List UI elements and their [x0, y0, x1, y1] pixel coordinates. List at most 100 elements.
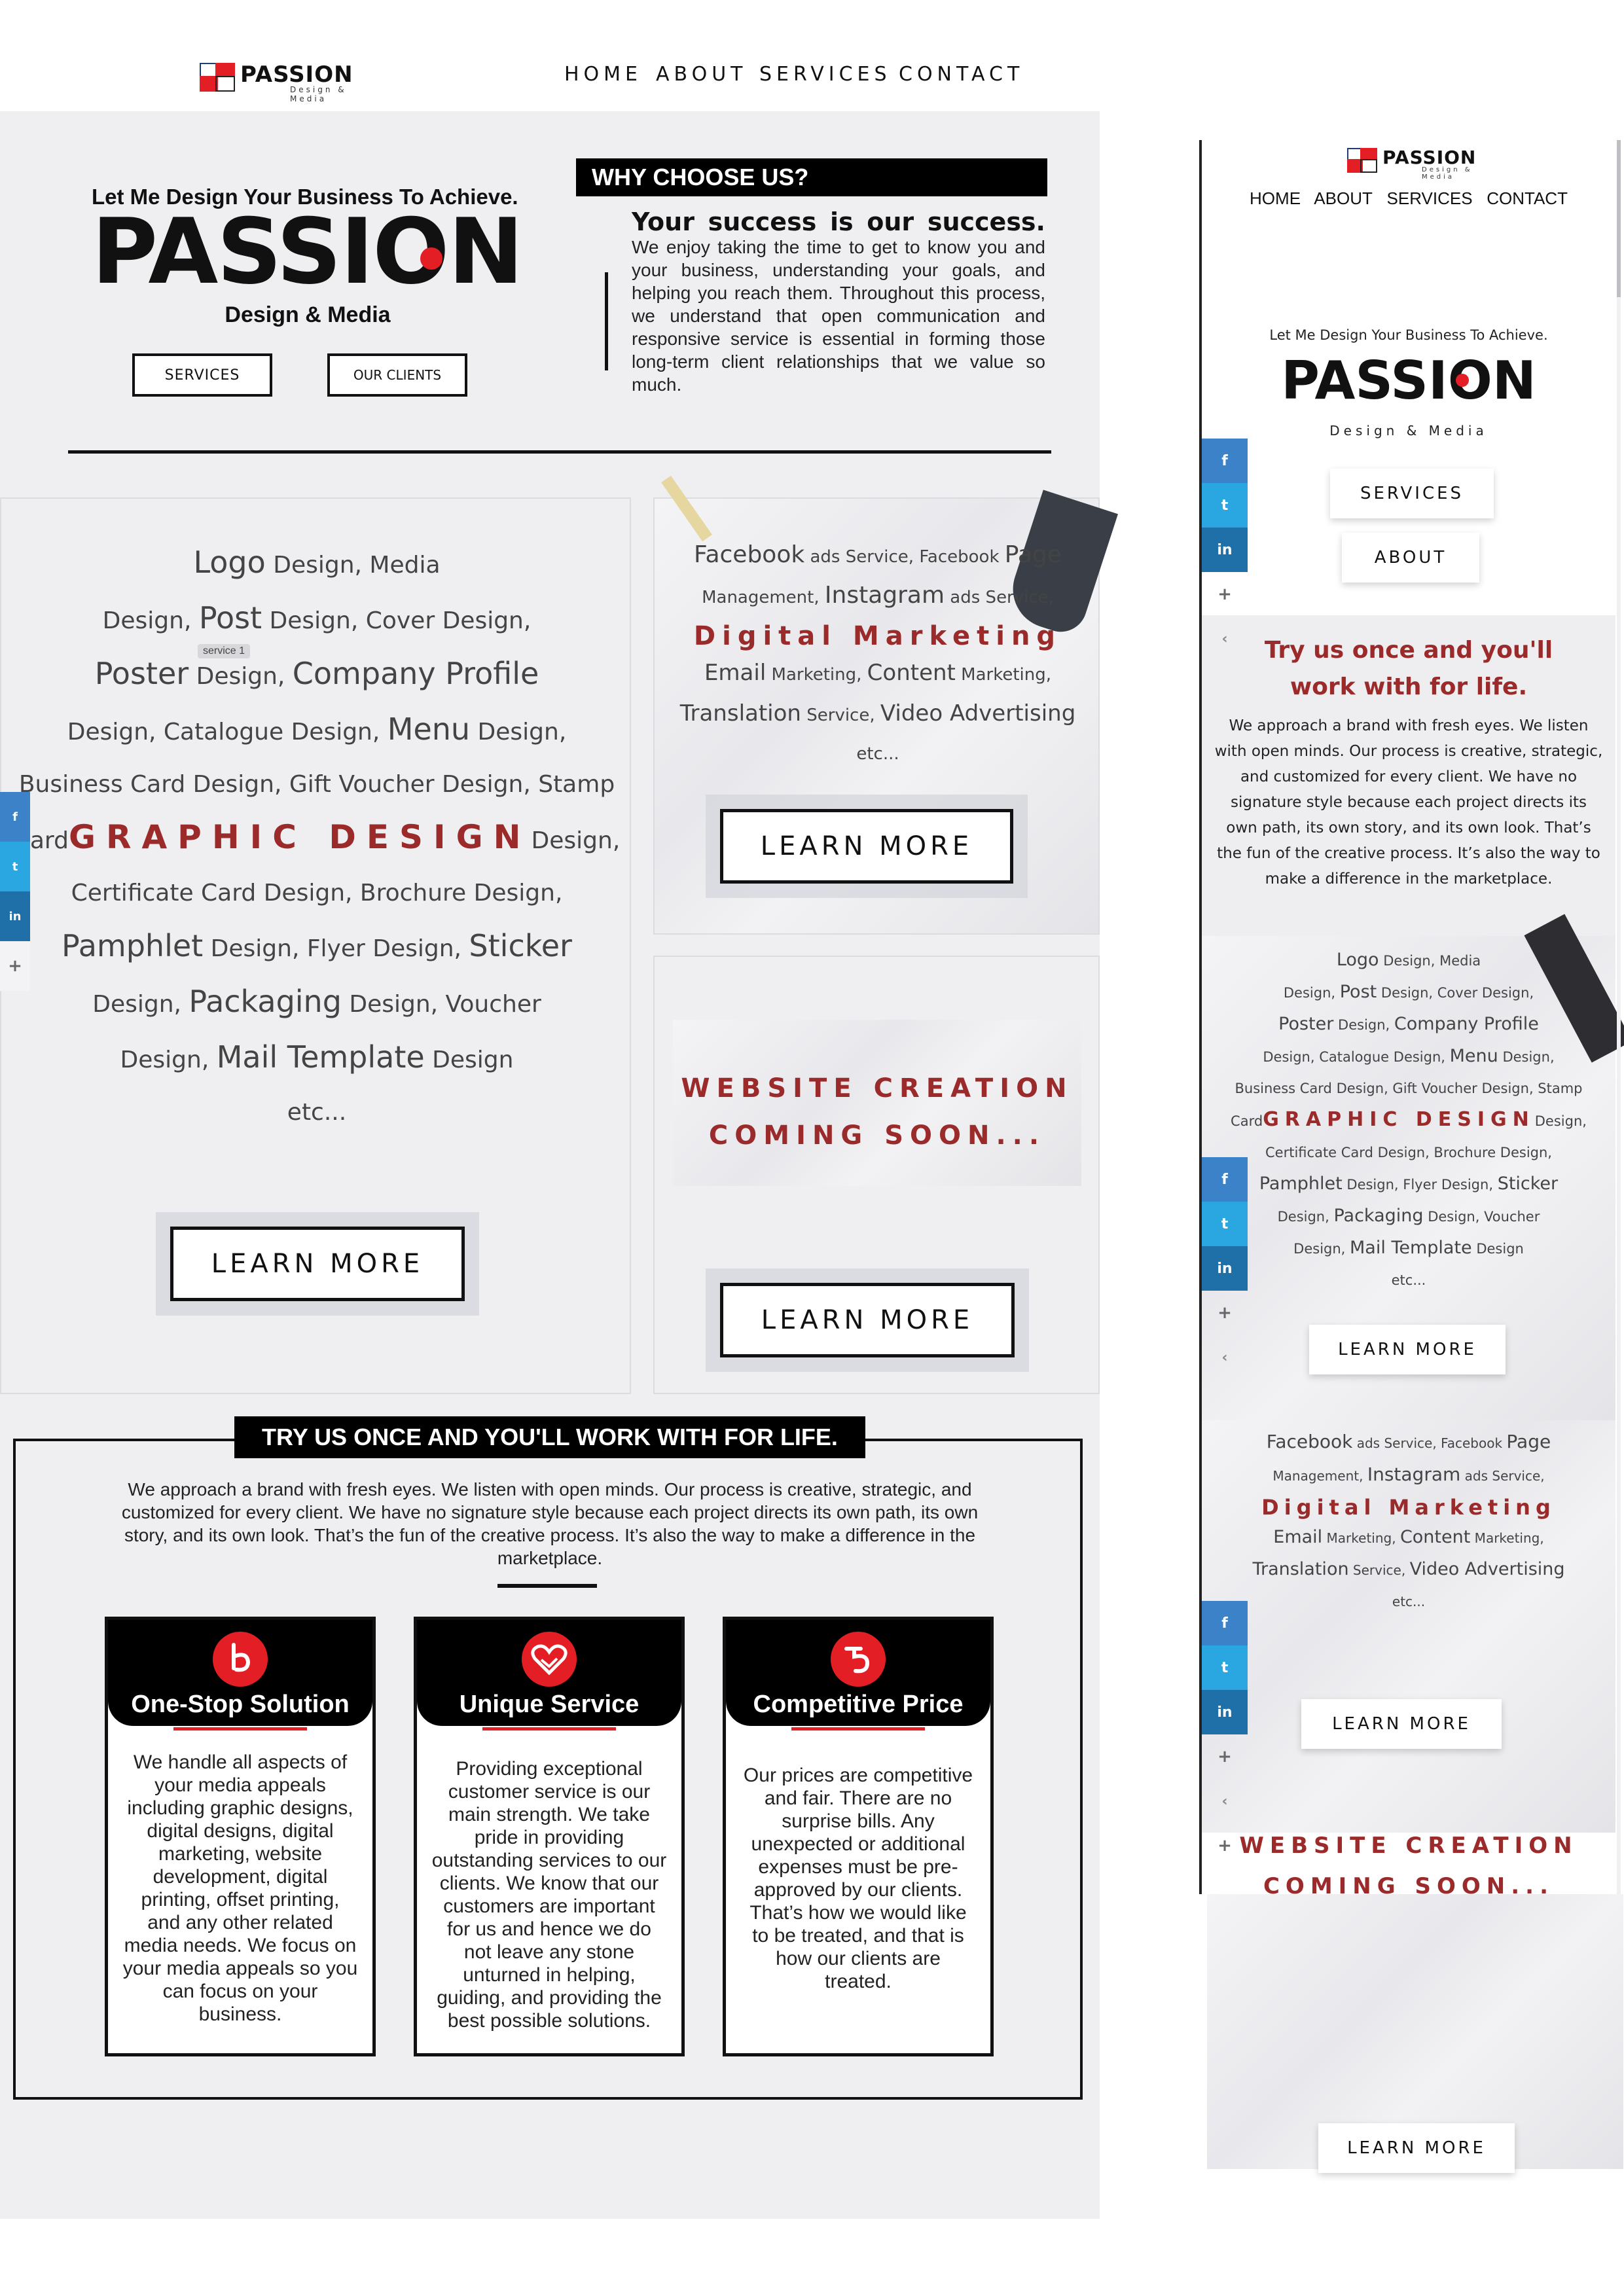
service-text: Design, — [102, 607, 199, 634]
collapse-share-icon[interactable]: ‹ — [1202, 1779, 1248, 1823]
service-business-card: Business Card Design, Gift Voucher Desig… — [1235, 1081, 1583, 1096]
more-share-icon[interactable]: + — [1202, 1734, 1248, 1779]
website-creation-line2: COMING SOON... — [708, 1121, 1046, 1151]
nav-services[interactable]: SERVICES — [1387, 188, 1473, 208]
desktop-header: PASSION Design & Media HOME ABOUT SERVIC… — [0, 0, 1100, 111]
service-translation: Translation — [679, 700, 801, 726]
card-title: Competitive Price — [753, 1691, 964, 1718]
mobile-graphic-learn-more-button[interactable]: LEARN MORE — [1309, 1325, 1506, 1374]
linkedin-share-icon[interactable]: in — [0, 891, 30, 941]
mobile-website-learn-more-button[interactable]: LEARN MORE — [1318, 2123, 1515, 2173]
twitter-share-icon[interactable]: t — [0, 842, 30, 891]
services-button[interactable]: SERVICES — [132, 353, 272, 397]
service-card: Card — [1231, 1113, 1263, 1129]
service-facebook: Facebook — [694, 541, 805, 568]
mobile-hero-brand: PASSION — [1281, 350, 1536, 411]
service-text: Marketing, — [1470, 1530, 1544, 1546]
our-clients-button[interactable]: OUR CLIENTS — [327, 353, 467, 397]
collapse-share-icon[interactable]: ‹ — [1202, 1335, 1248, 1380]
service-text: Design, — [1534, 1113, 1587, 1129]
mobile-hero-subtitle: Design & Media — [1329, 423, 1488, 439]
linkedin-share-icon[interactable]: in — [1202, 528, 1248, 572]
service-text: Design, — [189, 663, 293, 690]
hero-rule — [68, 450, 1051, 454]
service-text: ads Service, — [945, 588, 1054, 607]
logo-subtitle: Design & Media — [1422, 166, 1473, 181]
service-text: Design — [424, 1047, 514, 1073]
facebook-share-icon[interactable]: f — [1202, 439, 1248, 483]
service-catalogue: Design, Catalogue Design, — [1263, 1049, 1450, 1065]
nav-contact[interactable]: CONTACT — [1487, 188, 1568, 208]
card-header: Unique Service — [417, 1620, 681, 1726]
mobile-logo[interactable]: PASSION Design & Media — [1347, 147, 1491, 181]
desktop-logo[interactable]: PASSION Design & Media — [200, 62, 357, 103]
feature-card-one-stop: One-Stop Solution We handle all aspects … — [105, 1617, 376, 2056]
mobile-digital-marketing-panel: Facebook ads Service, Facebook Page Mana… — [1202, 1420, 1615, 1833]
graphic-learn-more-button[interactable]: LEARN MORE — [170, 1227, 465, 1301]
mobile-about-button[interactable]: ABOUT — [1342, 533, 1479, 583]
website-learn-more-button[interactable]: LEARN MORE — [720, 1283, 1015, 1357]
service-video-advertising: Video Advertising — [880, 700, 1076, 726]
mobile-scrollbar[interactable] — [1617, 140, 1621, 1894]
twitter-share-icon[interactable]: t — [1202, 483, 1248, 528]
nav-contact[interactable]: CONTACT — [899, 63, 1024, 86]
twitter-share-icon[interactable]: t — [1202, 1202, 1248, 1246]
mobile-hero-tagline: Let Me Design Your Business To Achieve. — [1269, 327, 1548, 343]
service-etc: etc... — [287, 1099, 347, 1126]
linkedin-share-icon[interactable]: in — [1202, 1246, 1248, 1291]
handshake-heart-icon — [522, 1632, 577, 1687]
facebook-share-icon[interactable]: f — [1202, 1601, 1248, 1645]
nav-home[interactable]: HOME — [1250, 188, 1301, 208]
nav-about[interactable]: ABOUT — [656, 63, 747, 86]
logo-mark-icon — [200, 63, 235, 93]
service-translation: Translation — [1252, 1559, 1349, 1579]
linkedin-share-icon[interactable]: in — [1202, 1690, 1248, 1734]
mobile-scrollbar-thumb[interactable] — [1617, 140, 1621, 297]
try-us-rule — [497, 1584, 597, 1588]
graphic-design-title: GRAPHIC DESIGN — [68, 818, 532, 856]
card-red-line — [791, 1727, 925, 1731]
nav-home[interactable]: HOME — [564, 63, 642, 86]
mobile-share-bar-1: f t in + ‹ — [1202, 439, 1248, 661]
mobile-try-us-body: We approach a brand with fresh eyes. We … — [1214, 717, 1603, 888]
service-email: Email — [1273, 1527, 1323, 1547]
mobile-graphic-services-list: Logo Design, Media Design, Post Design, … — [1202, 945, 1615, 1295]
mobile-website-creation-line1: WEBSITE CREATION — [1239, 1833, 1578, 1859]
mobile-services-button[interactable]: SERVICES — [1330, 469, 1494, 518]
service-page: Page — [1004, 541, 1062, 568]
digital-marketing-title: Digital Marketing — [693, 621, 1062, 651]
service-instagram: Instagram — [1367, 1463, 1461, 1485]
more-share-icon[interactable]: + — [1202, 572, 1248, 617]
nav-services[interactable]: SERVICES — [759, 63, 892, 86]
mobile-digital-learn-more-button[interactable]: LEARN MORE — [1301, 1699, 1502, 1749]
brand-red-dot — [1456, 374, 1469, 387]
card-red-line — [482, 1727, 616, 1731]
service-company-profile: Company Profile — [292, 656, 539, 691]
collapse-share-icon[interactable]: ‹ — [1202, 617, 1248, 661]
service-pamphlet: Pamphlet — [1259, 1174, 1343, 1194]
service-text: ads Service, Facebook — [1352, 1435, 1507, 1451]
service-text: Design — [1471, 1241, 1524, 1257]
facebook-share-icon[interactable]: f — [0, 792, 30, 842]
service-text: Marketing, — [766, 665, 867, 685]
mobile-nav: HOME ABOUT SERVICES CONTACT — [1202, 188, 1615, 209]
mobile-graphic-design-panel: Logo Design, Media Design, Post Design, … — [1202, 914, 1624, 1420]
facebook-share-icon[interactable]: f — [1202, 1157, 1248, 1202]
more-share-icon[interactable]: + — [0, 941, 30, 991]
logo-subtitle: Design & Media — [290, 85, 347, 103]
why-body: We enjoy taking the time to get to know … — [632, 237, 1045, 395]
nav-about[interactable]: ABOUT — [1314, 188, 1373, 208]
service-certificate: Certificate Card Design, Brochure Design… — [1265, 1145, 1552, 1160]
service-text: Management, — [1272, 1468, 1367, 1484]
service-packaging: Packaging — [189, 984, 342, 1019]
digital-learn-more-button[interactable]: LEARN MORE — [720, 809, 1013, 884]
card-body: We handle all aspects of your media appe… — [122, 1751, 358, 2025]
more-share-icon[interactable]: + — [1202, 1823, 1248, 1868]
service-video-advertising: Video Advertising — [1409, 1559, 1565, 1579]
service-packaging: Packaging — [1333, 1206, 1424, 1226]
service-poster: Poster — [94, 656, 189, 691]
more-share-icon[interactable]: + — [1202, 1291, 1248, 1335]
service-pamphlet: Pamphlet — [62, 928, 204, 963]
service-logo: Logo — [1336, 950, 1379, 970]
twitter-share-icon[interactable]: t — [1202, 1645, 1248, 1690]
